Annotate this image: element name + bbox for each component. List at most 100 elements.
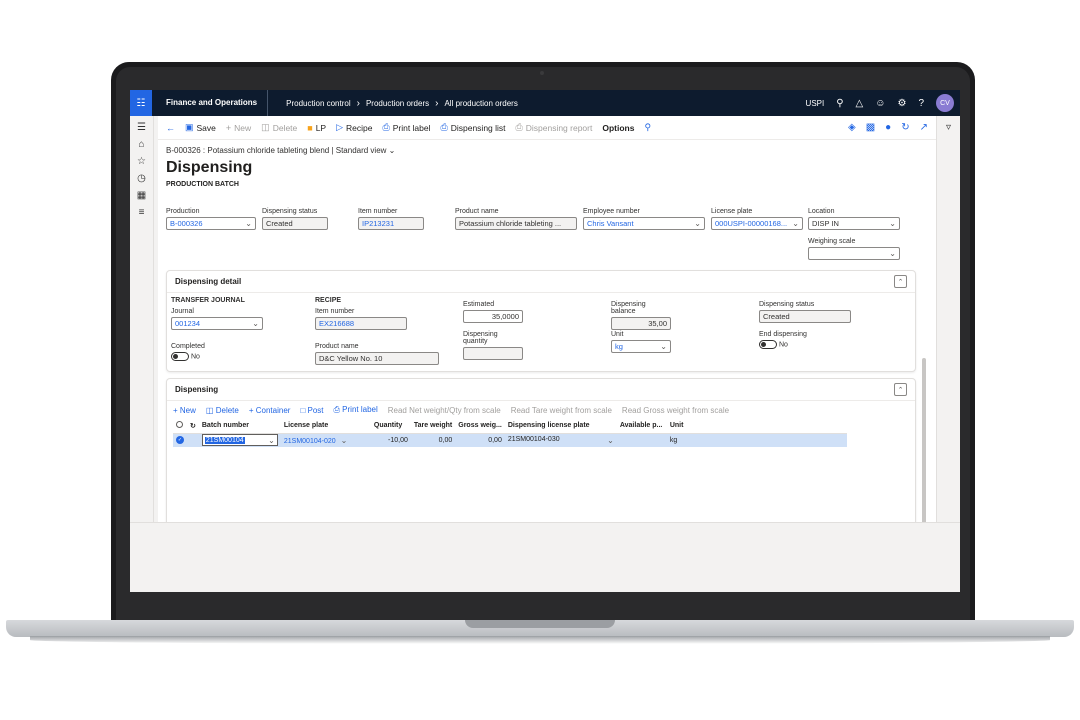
breadcrumb-item[interactable]: Production orders xyxy=(366,99,429,108)
chat-icon[interactable]: ● xyxy=(885,122,891,133)
options-tab[interactable]: Options xyxy=(602,123,634,133)
office-icon[interactable]: ▩ xyxy=(866,122,875,133)
collapse-icon[interactable]: ⌃ xyxy=(894,275,907,288)
column-header[interactable]: License plate xyxy=(280,419,371,434)
laptop-shadow xyxy=(30,636,1050,644)
dispensing-balance-value-box: 35,00 xyxy=(611,317,671,330)
app-name[interactable]: Finance and Operations xyxy=(152,90,269,116)
grid-post-button[interactable]: □ Post xyxy=(300,406,323,415)
grid-post-label: Post xyxy=(307,405,324,415)
column-header[interactable]: Gross weig... xyxy=(455,419,505,434)
column-header[interactable]: Available p... xyxy=(616,419,667,434)
end-dispensing-toggle[interactable] xyxy=(759,340,777,349)
location-select[interactable]: DISP IN ⌄ xyxy=(808,217,900,230)
company-picker[interactable]: USPI xyxy=(806,99,825,108)
avatar[interactable]: CV xyxy=(936,94,954,112)
page-caption[interactable]: B-000326 : Potassium chloride tableting … xyxy=(158,140,936,155)
bell-icon[interactable]: △ xyxy=(856,98,864,109)
read-gross-button[interactable]: Read Gross weight from scale xyxy=(622,406,729,415)
column-header[interactable]: Batch number xyxy=(198,419,281,434)
batch-number-input[interactable]: 21SM00104 ⌄ xyxy=(201,434,278,447)
tare-weight-cell[interactable]: 0,00 xyxy=(410,433,456,447)
gross-weight-cell[interactable]: 0,00 xyxy=(455,433,505,447)
column-header[interactable]: Unit xyxy=(666,419,847,434)
smiley-icon[interactable]: ☺ xyxy=(875,98,885,109)
refresh-icon[interactable]: ↻ xyxy=(901,122,909,133)
license-plate-cell[interactable]: 21SM00104-020 ⌄ xyxy=(280,433,371,447)
back-button[interactable]: ← xyxy=(166,123,175,133)
employee-number-select[interactable]: Chris Vansant ⌄ xyxy=(583,217,705,230)
item-number-value-box[interactable]: IP213231 xyxy=(358,217,424,230)
license-plate-select[interactable]: 000USPI-00000168... ⌄ xyxy=(711,217,803,230)
dispensing-list-button[interactable]: ⎙ Dispensing list xyxy=(441,122,506,133)
table-row[interactable]: ✓ 21SM00104 ⌄ 21SM00104-020 ⌄ -10,00 0,00… xyxy=(173,433,847,447)
chevron-down-icon: ⌄ xyxy=(889,219,896,228)
grid-delete-button[interactable]: ◫ Delete xyxy=(206,406,239,415)
print-label-button[interactable]: ⎙ Print label xyxy=(383,122,431,133)
arrow-left-icon: ← xyxy=(166,122,175,133)
dispensing-balance-label: Dispensing balance xyxy=(611,301,646,315)
gear-icon[interactable]: ⚙ xyxy=(897,98,906,109)
grid-container-button[interactable]: + Container xyxy=(249,406,291,415)
read-tare-button[interactable]: Read Tare weight from scale xyxy=(511,406,612,415)
license-plate-value: 000USPI-00000168... xyxy=(715,219,788,228)
action-search-button[interactable]: ⚲ xyxy=(644,122,651,133)
estimated-label: Estimated xyxy=(463,301,495,308)
dispensing-header[interactable]: Dispensing ⌃ xyxy=(167,379,915,401)
search-icon[interactable]: ⚲ xyxy=(836,98,843,109)
diamond-icon[interactable]: ◈ xyxy=(848,122,856,133)
journal-select[interactable]: 001234 ⌄ xyxy=(171,317,263,330)
dispensing-quantity-label: Dispensing quantity xyxy=(463,331,498,345)
laptop-notch xyxy=(465,620,615,628)
grid-delete-label: Delete xyxy=(215,405,239,415)
employee-number-field: Employee number Chris Vansant ⌄ xyxy=(583,208,705,230)
column-header[interactable]: Tare weight xyxy=(410,419,456,434)
breadcrumb-item[interactable]: All production orders xyxy=(444,99,517,108)
star-icon[interactable]: ☆ xyxy=(137,156,146,167)
dispensing-report-button[interactable]: ⎙ Dispensing report xyxy=(516,122,593,133)
grid-new-button[interactable]: + New xyxy=(173,406,196,415)
dispensing-license-plate-cell[interactable]: 21SM00104-030 ⌄ xyxy=(504,433,617,447)
breadcrumb-item[interactable]: Production control xyxy=(286,99,350,108)
dispensing-quantity-input[interactable] xyxy=(463,347,523,360)
available-cell[interactable] xyxy=(616,433,667,447)
row-selected-cell[interactable]: ✓ xyxy=(173,433,187,447)
new-button[interactable]: + New xyxy=(226,123,251,133)
dispensing-balance-value: 35,00 xyxy=(648,319,667,328)
recipe-item-label: Item number xyxy=(315,308,355,315)
grid-print-label-button[interactable]: ⎙ Print label xyxy=(334,405,378,415)
lp-button[interactable]: ■ LP xyxy=(307,123,326,133)
help-icon[interactable]: ? xyxy=(918,98,924,109)
read-net-button[interactable]: Read Net weight/Qty from scale xyxy=(388,406,501,415)
chevron-down-icon: ⌄ xyxy=(388,146,396,155)
column-header[interactable]: Quantity xyxy=(370,419,411,434)
app-launcher-icon[interactable]: ☷ xyxy=(130,90,152,116)
unit-select[interactable]: kg ⌄ xyxy=(611,340,671,353)
column-header[interactable]: Dispensing license plate xyxy=(504,419,617,434)
dispensing-detail-header[interactable]: Dispensing detail ⌃ xyxy=(167,271,915,293)
delete-button[interactable]: ◫ Delete xyxy=(261,122,297,133)
home-icon[interactable]: ⌂ xyxy=(138,139,144,150)
batch-number-cell[interactable]: 21SM00104 ⌄ xyxy=(198,433,281,447)
location-field: Location DISP IN ⌄ xyxy=(808,208,900,230)
popout-icon[interactable]: ↗ xyxy=(920,122,928,133)
recipe-item-value-box[interactable]: EX216688 xyxy=(315,317,407,330)
completed-toggle[interactable] xyxy=(171,352,189,361)
unit-cell[interactable]: kg xyxy=(666,433,847,447)
save-button[interactable]: ▣ Save xyxy=(185,122,216,133)
refresh-column[interactable]: ↻ xyxy=(187,419,199,434)
delete-label: Delete xyxy=(272,122,298,133)
workspace-icon[interactable]: ▦ xyxy=(137,190,146,201)
quantity-cell[interactable]: -10,00 xyxy=(370,433,411,447)
recipe-button[interactable]: ▷ Recipe xyxy=(336,122,372,133)
weighing-scale-select[interactable]: ⌄ xyxy=(808,247,900,260)
production-value: B-000326 xyxy=(170,219,203,228)
hamburger-icon[interactable]: ☰ xyxy=(137,122,146,133)
list-icon[interactable]: ≡ xyxy=(139,207,145,218)
journal-value: 001234 xyxy=(175,319,201,328)
select-all-column[interactable] xyxy=(173,419,187,434)
trash-icon: ◫ xyxy=(261,122,270,132)
clock-icon[interactable]: ◷ xyxy=(137,173,146,184)
collapse-icon[interactable]: ⌃ xyxy=(894,383,907,396)
production-select[interactable]: B-000326 ⌄ xyxy=(166,217,256,230)
